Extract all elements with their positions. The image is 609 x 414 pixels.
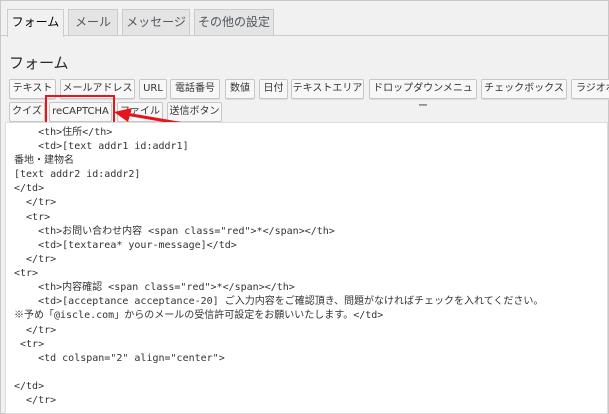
tab-other-settings[interactable]: その他の設定 — [194, 9, 274, 35]
code-line: 番地・建物名 — [14, 155, 74, 166]
tab-mail[interactable]: メール — [68, 9, 118, 35]
tag-button-checkbox[interactable]: チェックボックス — [481, 79, 567, 99]
tab-bar: フォーム メール メッセージ その他の設定 — [0, 0, 609, 37]
code-line: </td> — [14, 381, 45, 392]
code-line: <tr> — [14, 339, 45, 350]
code-line: <td>[textarea* your-message]</td> — [14, 240, 237, 251]
tag-button-date[interactable]: 日付 — [259, 79, 288, 99]
tag-button-dropdown[interactable]: ドロップダウンメニュー — [369, 79, 477, 112]
code-line: <td>[text addr1 id:addr1] — [14, 141, 189, 152]
tag-button-tel[interactable]: 電話番号 — [170, 79, 220, 99]
section-title: フォーム — [9, 54, 69, 72]
tab-message[interactable]: メッセージ — [122, 9, 190, 35]
code-line: <td colspan="2" align="center"> — [14, 353, 225, 364]
code-line: <th>内容確認 <span class="red">*</span></th> — [14, 282, 295, 293]
tab-form[interactable]: フォーム — [7, 9, 64, 37]
code-line: ※予め「@iscle.com」からのメールの受信許可設定をお願いいたします。</… — [14, 310, 384, 321]
tag-button-url[interactable]: URL — [139, 79, 167, 99]
code-line: </tr> — [14, 325, 57, 336]
code-line: <tr> — [14, 212, 51, 223]
tag-button-textarea[interactable]: テキストエリア — [291, 79, 364, 99]
code-line: <th>住所</th> — [14, 127, 113, 138]
code-line: <th>お問い合わせ内容 <span class="red">*</span><… — [14, 226, 335, 237]
tag-button-number[interactable]: 数値 — [225, 79, 255, 99]
code-line: <td>[acceptance acceptance-20] ご入力内容をご確認… — [14, 296, 544, 307]
code-line: </tr> — [14, 395, 57, 406]
code-line: </tr> — [14, 254, 57, 265]
code-line: <tr> — [14, 268, 39, 279]
tag-button-radio[interactable]: ラジオボ — [571, 79, 609, 99]
code-line: </td> — [14, 183, 45, 194]
code-line: [text addr2 id:addr2] — [14, 169, 141, 180]
form-template-editor[interactable]: <th>住所</th> <td>[text addr1 id:addr1] 番地… — [5, 122, 608, 414]
tab-divider — [0, 35, 609, 36]
tag-button-quiz[interactable]: クイズ — [9, 102, 45, 122]
code-line: </tr> — [14, 197, 57, 208]
